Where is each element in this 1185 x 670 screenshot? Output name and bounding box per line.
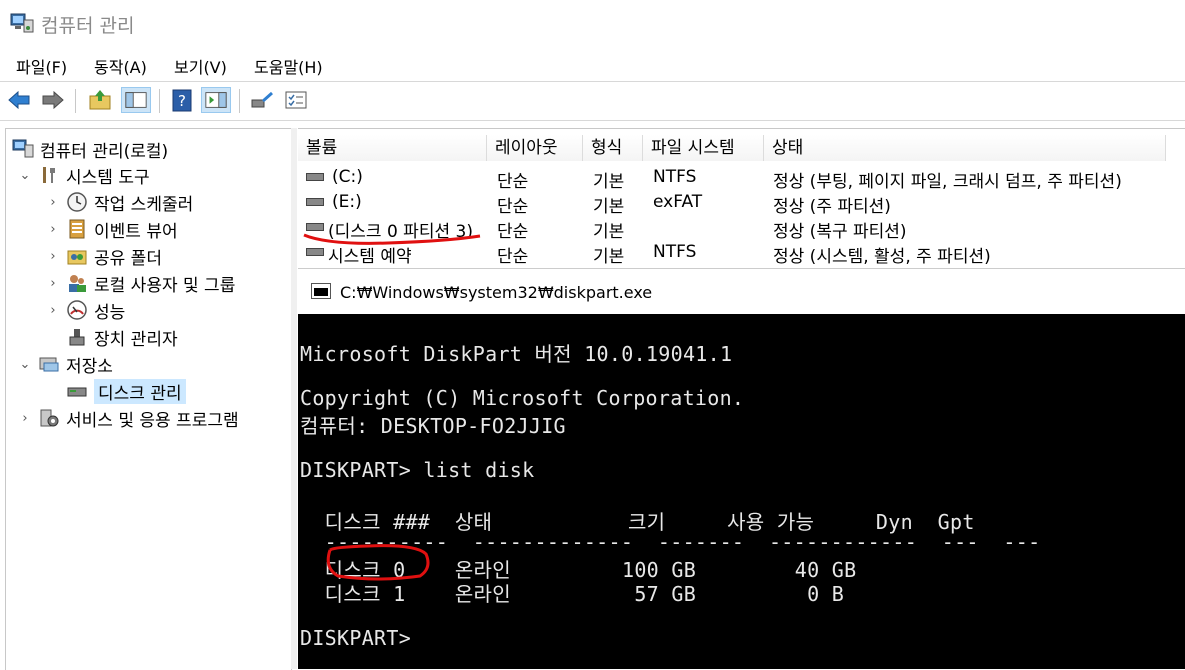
menu-help[interactable]: 도움말(H) — [254, 54, 323, 78]
toolbar-separator — [75, 89, 76, 113]
chevron-right-icon[interactable]: › — [46, 249, 60, 264]
console-line: 디스크 1 온라인 57 GB 0 B — [300, 582, 845, 606]
volume-row[interactable]: (E:) 단순 기본 exFAT 정상 (주 파티션) — [298, 190, 1185, 217]
tree-item-shared-folders[interactable]: › 공유 폴더 — [46, 243, 162, 269]
console-line: DISKPART> — [300, 626, 424, 650]
users-icon — [69, 275, 86, 292]
volume-icon — [306, 248, 324, 256]
console-line: 컴퓨터: DESKTOP-FO2JJIG — [300, 414, 566, 438]
column-volume[interactable]: 볼륨 — [298, 135, 487, 161]
device-manager-icon — [69, 329, 85, 346]
connect-icon[interactable] — [249, 87, 275, 113]
console-line: DISKPART> list disk — [300, 458, 535, 482]
show-hide-tree-icon[interactable] — [121, 87, 151, 113]
tree-item-services[interactable]: › 서비스 및 응용 프로그램 — [18, 405, 239, 431]
column-type[interactable]: 형식 — [583, 135, 643, 161]
tree-item-local-users[interactable]: › 로컬 사용자 및 그룹 — [46, 270, 235, 296]
volume-icon — [306, 198, 324, 206]
computer-management-icon — [12, 139, 34, 158]
tree-item-performance[interactable]: › 성능 — [46, 297, 125, 323]
pane-splitter[interactable] — [291, 128, 297, 669]
volume-icon — [306, 173, 324, 181]
tree-item-disk-management[interactable]: 디스크 관리 — [66, 378, 186, 404]
disk-icon — [67, 387, 87, 397]
console-line: Microsoft DiskPart 버전 10.0.19041.1 — [300, 342, 733, 366]
toolbar: ? — [0, 81, 1185, 121]
volume-row[interactable]: (C:) 단순 기본 NTFS 정상 (부팅, 페이지 파일, 크래시 덤프, … — [298, 165, 1185, 192]
toolbar-separator — [159, 89, 160, 113]
console-icon — [311, 283, 331, 299]
tools-icon — [43, 167, 55, 183]
volume-list-header: 볼륨 레이아웃 형식 파일 시스템 상태 — [298, 135, 1185, 161]
storage-icon — [39, 357, 59, 372]
back-icon[interactable] — [6, 87, 32, 113]
tree-item-storage[interactable]: ⌄ 저장소 — [18, 351, 113, 377]
menu-view[interactable]: 보기(V) — [174, 54, 227, 78]
forward-icon[interactable] — [40, 87, 66, 113]
help-icon[interactable]: ? — [169, 87, 195, 113]
clock-icon — [67, 192, 87, 212]
svg-text:?: ? — [178, 92, 186, 110]
navigation-tree: 컴퓨터 관리(로컬) ⌄ 시스템 도구 › 작업 스케줄러 › 이벤트 뷰어 ›… — [5, 128, 292, 670]
volume-list: 볼륨 레이아웃 형식 파일 시스템 상태 (C:) 단순 기본 NTFS 정상 … — [298, 128, 1185, 269]
column-layout[interactable]: 레이아웃 — [487, 135, 583, 161]
properties-icon[interactable] — [283, 87, 309, 113]
event-viewer-icon — [69, 219, 85, 239]
computer-management-icon — [10, 13, 34, 33]
window-title: 컴퓨터 관리 — [41, 15, 135, 37]
menu-file[interactable]: 파일(F) — [16, 54, 67, 78]
chevron-down-icon[interactable]: ⌄ — [18, 357, 32, 372]
chevron-down-icon[interactable]: ⌄ — [18, 168, 32, 183]
tree-item-root[interactable]: 컴퓨터 관리(로컬) — [12, 136, 168, 162]
diskpart-console[interactable]: C:₩Windows₩system32₩diskpart.exe Microso… — [298, 268, 1185, 669]
tree-item-event-viewer[interactable]: › 이벤트 뷰어 — [46, 216, 178, 242]
action-pane-icon[interactable] — [201, 87, 231, 113]
services-icon — [40, 409, 59, 427]
volume-icon — [306, 223, 324, 231]
menu-bar: 파일(F) 동작(A) 보기(V) 도움말(H) — [0, 48, 1185, 80]
chevron-right-icon[interactable]: › — [46, 222, 60, 237]
column-status[interactable]: 상태 — [764, 135, 1166, 161]
console-line: Copyright (C) Microsoft Corporation. — [300, 386, 745, 410]
chevron-right-icon[interactable]: › — [46, 195, 60, 210]
chevron-right-icon[interactable]: › — [18, 411, 32, 426]
toolbar-separator — [239, 89, 240, 113]
console-title: C:₩Windows₩system32₩diskpart.exe — [340, 283, 653, 302]
up-folder-icon[interactable] — [87, 87, 113, 113]
console-title-bar: C:₩Windows₩system32₩diskpart.exe — [298, 268, 1185, 314]
shared-folder-icon — [67, 250, 87, 265]
tree-item-task-scheduler[interactable]: › 작업 스케줄러 — [46, 189, 193, 215]
menu-action[interactable]: 동작(A) — [94, 54, 147, 78]
column-file-system[interactable]: 파일 시스템 — [643, 135, 764, 161]
tree-item-system-tools[interactable]: ⌄ 시스템 도구 — [18, 162, 150, 188]
chevron-right-icon[interactable]: › — [46, 303, 60, 318]
tree-item-device-manager[interactable]: 장치 관리자 — [66, 324, 178, 350]
chevron-right-icon[interactable]: › — [46, 276, 60, 291]
volume-row[interactable]: (디스크 0 파티션 3) 단순 기본 정상 (복구 파티션) — [298, 215, 1185, 242]
console-line: ---------- ------------- ------- -------… — [300, 530, 1041, 554]
title-bar: 컴퓨터 관리 — [0, 0, 1185, 46]
performance-icon — [67, 300, 87, 320]
volume-row[interactable]: 시스템 예약 단순 기본 NTFS 정상 (시스템, 활성, 주 파티션) — [298, 240, 1185, 267]
